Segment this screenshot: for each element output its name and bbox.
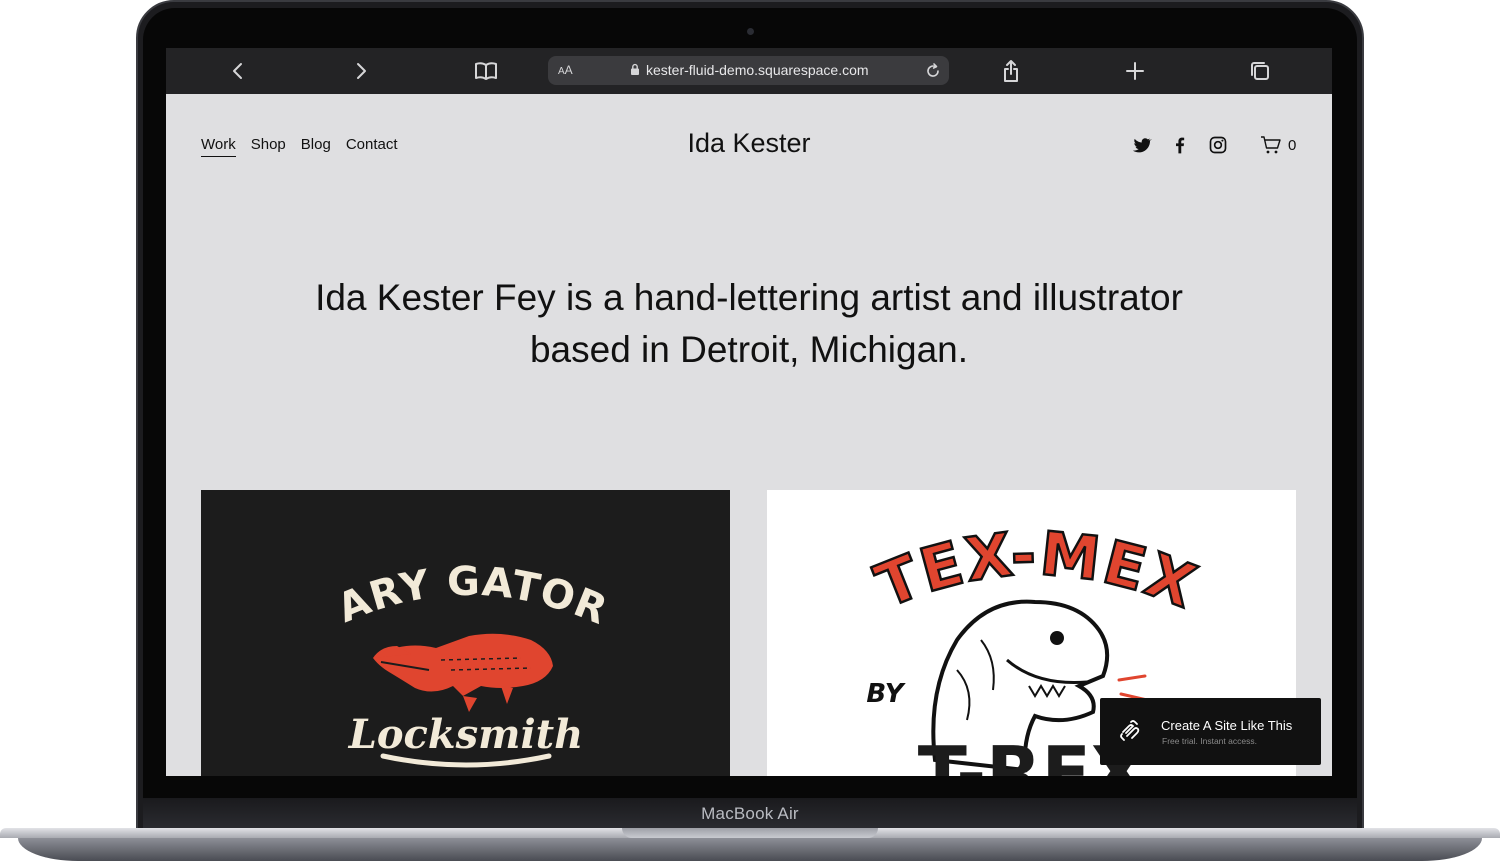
site-title[interactable]: Ida Kester [166, 128, 1332, 159]
banner-subtitle: Free trial. Instant access. [1162, 736, 1257, 746]
tabs-icon[interactable] [1246, 57, 1274, 85]
twitter-icon[interactable] [1132, 135, 1152, 155]
address-bar[interactable]: AA kester-fluid-demo.squarespace.com [548, 56, 949, 85]
url-text: kester-fluid-demo.squarespace.com [646, 62, 869, 78]
camera-icon [747, 28, 754, 35]
lock-icon [631, 63, 639, 75]
locksmith-text: Locksmith [348, 711, 583, 758]
text-size-button[interactable]: AA [558, 63, 573, 77]
share-icon[interactable] [997, 57, 1025, 85]
gary-gators-illustration: GARY GATORS Locksmith [201, 490, 614, 768]
bookmarks-icon[interactable] [472, 57, 500, 85]
alligator-icon [373, 633, 553, 712]
new-tab-icon[interactable] [1121, 57, 1149, 85]
cart-count: 0 [1288, 136, 1297, 154]
by-text: BY [866, 679, 906, 709]
create-site-banner[interactable]: Create A Site Like This Free trial. Inst… [1100, 698, 1321, 765]
laptop-base [0, 828, 1500, 861]
squarespace-logo-icon [1120, 720, 1140, 741]
reload-icon[interactable] [923, 61, 943, 81]
cart-button[interactable]: 0 [1260, 135, 1296, 155]
gary-gators-text: GARY GATORS [201, 490, 613, 634]
gallery-item-gary-gators[interactable]: GARY GATORS Locksmith [201, 490, 730, 776]
browser-toolbar: AA kester-fluid-demo.squarespace.com [166, 48, 1332, 94]
instagram-icon[interactable] [1208, 135, 1228, 155]
device-label: MacBook Air [701, 804, 799, 823]
forward-icon[interactable] [347, 57, 375, 85]
browser-screen: AA kester-fluid-demo.squarespace.com Wor… [166, 48, 1332, 776]
facebook-icon[interactable] [1170, 135, 1190, 155]
laptop-mockup: AA kester-fluid-demo.squarespace.com Wor… [0, 0, 1500, 861]
svg-text:GARY GATORS: GARY GATORS [201, 490, 614, 634]
banner-title: Create A Site Like This [1161, 718, 1293, 733]
intro-text: Ida Kester Fey is a hand-lettering artis… [315, 277, 1183, 370]
cart-icon [1261, 136, 1281, 154]
back-icon[interactable] [224, 57, 252, 85]
